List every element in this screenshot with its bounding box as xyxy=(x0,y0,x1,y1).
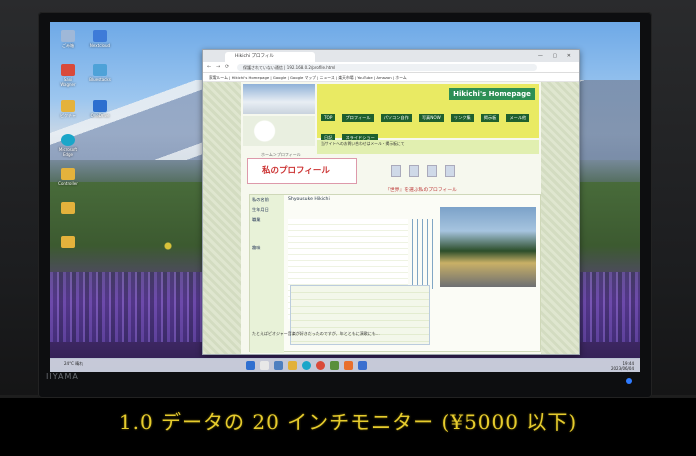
site-nav: TOP プロフィール パソコン自作 写真NOW リンク集 掲示板 メール他 日記… xyxy=(321,104,535,144)
decorative-pattern xyxy=(243,116,315,146)
desktop-icon[interactable]: OneDrive xyxy=(88,100,112,118)
web-page: Hikichi's Homepage TOP プロフィール パソコン自作 写真N… xyxy=(203,82,579,354)
edge-icon xyxy=(61,134,75,146)
nav-item[interactable]: 写真NOW xyxy=(418,114,444,122)
bottom-text: たとえばピオジャー音楽が好きだったのですが、年とともに演歌にも… xyxy=(252,331,380,336)
desktop-icon[interactable]: Saxi Wagner xyxy=(56,64,80,87)
clock[interactable]: 19:44 2023/06/04 xyxy=(611,361,634,371)
forward-icon[interactable]: → xyxy=(216,64,220,70)
taskbar: 24°C 晴れ 19:44 2023/06/04 xyxy=(50,358,640,372)
desktop-icon[interactable]: Bluestacks xyxy=(88,64,112,82)
folder-icon xyxy=(61,168,75,180)
taskview-icon[interactable] xyxy=(274,361,283,370)
link-icon[interactable] xyxy=(427,165,437,177)
desktop-icon[interactable]: ピクチャ xyxy=(56,100,80,118)
desktop-icon[interactable]: Microsoft Edge xyxy=(56,134,80,157)
monitor-brand: IIYAMA xyxy=(46,372,79,381)
start-icon[interactable] xyxy=(246,361,255,370)
profile-table: 私の名前 生年月日 職業 趣味 Shyousuke Hikichi たとえばピオ… xyxy=(249,194,541,353)
tab-bar: Hikichi プロフィル — ▢ ✕ xyxy=(203,50,579,62)
app-icon[interactable] xyxy=(344,361,353,370)
link-icon[interactable] xyxy=(409,165,419,177)
desktop-icon[interactable]: Nextcloud xyxy=(88,30,112,48)
nav-item[interactable]: 掲示板 xyxy=(480,114,500,122)
folder-icon xyxy=(61,202,75,214)
chrome-icon[interactable] xyxy=(316,361,325,370)
back-icon[interactable]: ← xyxy=(207,64,211,70)
profile-labels: 私の名前 生年月日 職業 趣味 xyxy=(250,195,284,353)
hobby-label: 趣味 xyxy=(252,245,261,250)
explorer-icon[interactable] xyxy=(288,361,297,370)
header-photo xyxy=(243,84,315,114)
cloud-icon xyxy=(93,30,107,42)
link-icons xyxy=(391,162,537,180)
page-content: Hikichi's Homepage TOP プロフィール パソコン自作 写真N… xyxy=(241,82,541,354)
folder-icon xyxy=(61,100,75,112)
edge-icon[interactable] xyxy=(302,361,311,370)
desktop-icon[interactable] xyxy=(56,236,80,249)
power-led-icon xyxy=(626,378,632,384)
desktop-icon[interactable]: ごみ箱 xyxy=(56,30,80,48)
vertical-text xyxy=(412,219,436,289)
intro-caption: 『世界』を選ぶ私のプロフィール xyxy=(385,188,457,193)
reload-icon[interactable]: ⟳ xyxy=(225,64,229,70)
name-label: 私の名前 xyxy=(252,197,269,202)
desktop-icon[interactable]: Controller xyxy=(56,168,80,186)
onedrive-icon xyxy=(93,100,107,112)
nav-item[interactable]: プロフィール xyxy=(342,114,374,122)
name-value: Shyousuke Hikichi xyxy=(288,197,330,202)
folder-icon xyxy=(61,236,75,248)
desktop-icon[interactable] xyxy=(56,202,80,215)
link-list[interactable] xyxy=(290,285,430,345)
birth-label: 生年月日 xyxy=(252,207,269,212)
app-icon[interactable] xyxy=(330,361,339,370)
url-input[interactable]: 保護されていない通信 | 192.168.0.2/profile.html xyxy=(237,64,537,71)
site-header: Hikichi's Homepage TOP プロフィール パソコン自作 写真N… xyxy=(317,84,539,142)
bookmarks-bar[interactable]: 家電ルーム | Hikichi's Homepage | Google | Go… xyxy=(203,73,579,82)
app-icon xyxy=(61,64,75,76)
photo-caption: 1.0 データの 20 インチモニター (¥5000 以下) xyxy=(118,410,578,434)
link-icon[interactable] xyxy=(445,165,455,177)
page-title: 私のプロフィール xyxy=(247,158,357,184)
notice-bar: 当サイトへのお問い合わせはメール・掲示板にて xyxy=(317,140,539,154)
address-bar: ← → ⟳ 保護されていない通信 | 192.168.0.2/profile.h… xyxy=(203,62,579,73)
recycle-bin-icon xyxy=(61,30,75,42)
site-logo[interactable]: Hikichi's Homepage xyxy=(449,88,535,100)
nav-item[interactable]: リンク集 xyxy=(450,114,474,122)
weather-widget[interactable]: 24°C 晴れ xyxy=(64,361,83,366)
nav-item[interactable]: TOP xyxy=(321,114,336,121)
monitor-screen: ごみ箱 Nextcloud Saxi Wagner Bluestacks ピクチ… xyxy=(50,22,640,372)
monitor-photo: IIYAMA ごみ箱 Nextcloud Saxi Wagner Bluesta… xyxy=(0,0,696,456)
browser-window[interactable]: Hikichi プロフィル — ▢ ✕ ← → ⟳ 保護されていない通信 | 1… xyxy=(202,49,580,355)
link-icon[interactable] xyxy=(391,165,401,177)
window-controls[interactable]: — ▢ ✕ xyxy=(538,53,575,59)
browser-tab[interactable]: Hikichi プロフィル xyxy=(225,52,315,62)
search-icon[interactable] xyxy=(260,361,269,370)
building-photo xyxy=(440,207,536,287)
app-icon[interactable] xyxy=(358,361,367,370)
app-icon xyxy=(93,64,107,76)
nav-item[interactable]: メール他 xyxy=(506,114,530,122)
nav-item[interactable]: パソコン自作 xyxy=(380,114,412,122)
job-label: 職業 xyxy=(252,217,261,222)
